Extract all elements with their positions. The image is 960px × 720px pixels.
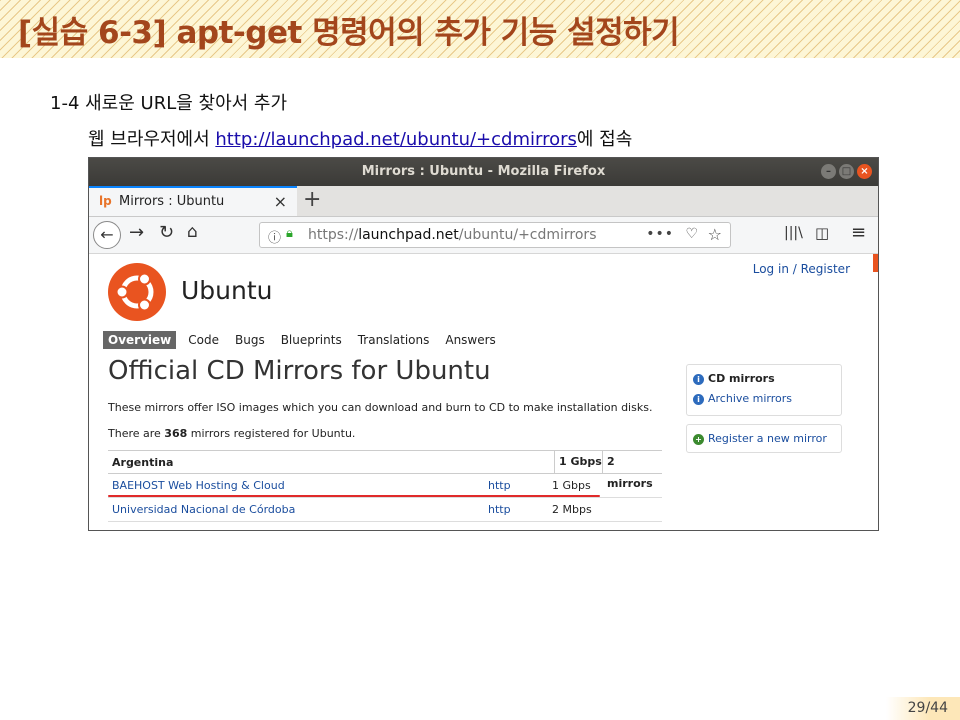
mirror-protocol-link[interactable]: http: [488, 479, 511, 492]
tab-title: Mirrors : Ubuntu: [119, 194, 225, 209]
mirror-name-link[interactable]: BAEHOST Web Hosting & Cloud: [112, 479, 285, 492]
mirror-name-link[interactable]: Universidad Nacional de Córdoba: [112, 503, 295, 516]
register-mirror-link[interactable]: + Register a new mirror: [693, 432, 827, 445]
nav-overview[interactable]: Overview: [103, 331, 177, 349]
url-bar[interactable]: ⓘ 🔒︎ https://launchpad.net/ubuntu/+cdmir…: [259, 222, 731, 248]
instruction-prefix: 웹 브라우저에서: [88, 129, 216, 150]
page-content: Log in / Register Ubuntu Overview Code B…: [89, 254, 878, 522]
mirror-count-value: 368: [164, 427, 188, 440]
page-number: 29/44: [886, 697, 960, 720]
step-text: 1-4 새로운 URL을 찾아서 추가: [50, 93, 288, 114]
lock-icon: 🔒︎: [286, 226, 293, 241]
archive-mirrors-link[interactable]: i Archive mirrors: [693, 392, 792, 405]
login-register-link[interactable]: Log in / Register: [753, 262, 850, 276]
add-icon: +: [693, 434, 704, 445]
reload-button[interactable]: ↻: [159, 222, 174, 243]
tab-close-icon[interactable]: ×: [274, 192, 287, 211]
nav-code[interactable]: Code: [188, 333, 219, 347]
mirror-speed: 2 Mbps: [552, 503, 592, 516]
page-description: These mirrors offer ISO images which you…: [108, 401, 653, 414]
tab-strip: lp Mirrors : Ubuntu × +: [89, 186, 878, 217]
nav-translations[interactable]: Translations: [358, 333, 430, 347]
new-tab-button[interactable]: +: [303, 187, 321, 212]
close-window-button[interactable]: ×: [857, 164, 872, 179]
info-icon: i: [693, 394, 704, 405]
count-header: 2 mirrors: [602, 451, 662, 490]
mirror-speed: 1 Gbps: [552, 479, 591, 492]
tab-mirrors-ubuntu[interactable]: lp Mirrors : Ubuntu ×: [89, 186, 297, 216]
instruction-text: 웹 브라우저에서 http://launchpad.net/ubuntu/+cd…: [88, 125, 632, 151]
scrollbar-thumb[interactable]: [873, 254, 878, 272]
back-button[interactable]: ←: [93, 221, 121, 249]
speed-header: 1 Gbps: [554, 451, 602, 473]
minimize-button[interactable]: –: [821, 164, 836, 179]
hamburger-menu-icon[interactable]: ≡: [851, 222, 866, 243]
table-row: Universidad Nacional de Córdoba http 2 M…: [108, 498, 662, 522]
instruction-suffix: 에 접속: [576, 129, 633, 150]
mirror-protocol-link[interactable]: http: [488, 503, 511, 516]
firefox-window: Mirrors : Ubuntu - Mozilla Firefox – □ ×…: [88, 157, 879, 531]
nav-answers[interactable]: Answers: [445, 333, 495, 347]
nav-bugs[interactable]: Bugs: [235, 333, 265, 347]
info-icon: i: [693, 374, 704, 385]
window-titlebar: Mirrors : Ubuntu - Mozilla Firefox – □ ×: [89, 158, 878, 186]
forward-button[interactable]: →: [129, 222, 144, 243]
window-controls: – □ ×: [821, 164, 872, 179]
highlight-underline: [108, 495, 600, 497]
site-info-icon[interactable]: ⓘ: [268, 227, 281, 246]
pocket-icon[interactable]: ♡: [685, 226, 698, 242]
slide-title: [실습 6-3] apt-get 명령어의 추가 기능 설정하기: [18, 15, 680, 51]
url-text[interactable]: https://launchpad.net/ubuntu/+cdmirrors: [308, 227, 596, 243]
nav-blueprints[interactable]: Blueprints: [281, 333, 342, 347]
page-heading: Official CD Mirrors for Ubuntu: [108, 356, 491, 386]
launchpad-favicon-icon: lp: [99, 194, 112, 208]
sidebar-icon[interactable]: ◫: [815, 224, 829, 242]
maximize-button[interactable]: □: [839, 164, 854, 179]
instruction-url-link[interactable]: http://launchpad.net/ubuntu/+cdmirrors: [215, 129, 577, 150]
mirrors-table: Argentina 1 Gbps 2 mirrors BAEHOST Web H…: [108, 450, 662, 522]
window-title: Mirrors : Ubuntu - Mozilla Firefox: [361, 164, 606, 179]
table-header: Argentina 1 Gbps 2 mirrors: [108, 450, 662, 490]
mirror-count: There are 368 mirrors registered for Ubu…: [108, 427, 356, 440]
register-portlet: + Register a new mirror: [686, 424, 842, 453]
page-actions-icon[interactable]: •••: [646, 226, 674, 242]
navigation-toolbar: ← → ↻ ⌂ ⓘ 🔒︎ https://launchpad.net/ubunt…: [89, 217, 878, 254]
cd-mirrors-item: i CD mirrors: [693, 372, 775, 385]
country-header: Argentina: [112, 456, 174, 469]
mirror-links-portlet: i CD mirrors i Archive mirrors: [686, 364, 842, 416]
bookmark-star-icon[interactable]: ☆: [708, 225, 722, 244]
slide-title-bar: [실습 6-3] apt-get 명령어의 추가 기능 설정하기: [0, 0, 960, 58]
project-nav: Overview Code Bugs Blueprints Translatio…: [103, 331, 512, 349]
library-icon[interactable]: |||\: [784, 225, 803, 241]
brand-title: Ubuntu: [181, 276, 273, 305]
ubuntu-logo-icon: [108, 263, 166, 321]
home-button[interactable]: ⌂: [187, 222, 198, 242]
